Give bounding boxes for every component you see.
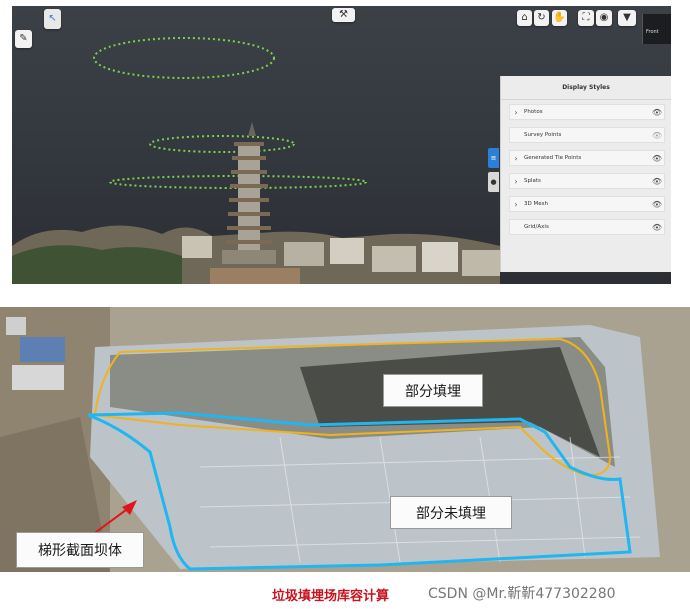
hill-vegetation <box>12 245 182 284</box>
filter-button[interactable]: ▼ <box>618 10 636 26</box>
3d-viewer[interactable]: ↖ ✎ ⚒ ⌂ ↻ ✋ ⛶ ◉ ▼ Front ≡ ● Display Styl… <box>12 6 671 284</box>
chevron-right-icon[interactable]: › <box>510 108 522 117</box>
display-style-splats[interactable]: › Splats 👁 <box>509 173 665 189</box>
watermark: CSDN @Mr.靳靳477302280 <box>428 586 616 602</box>
display-style-3d-mesh[interactable]: › 3D Mesh 👁 <box>509 196 665 212</box>
pagoda <box>222 122 276 264</box>
globe-icon: ● <box>490 178 497 186</box>
layers-icon: ≡ <box>490 154 497 162</box>
eye-off-icon[interactable]: 👁 <box>650 131 664 140</box>
landfill-aerial-map: 部分填埋 部分未填埋 梯形截面坝体 <box>0 307 690 572</box>
eye-icon: ◉ <box>599 12 609 23</box>
chevron-right-icon[interactable]: › <box>510 154 522 163</box>
label-unfilled: 部分未填埋 <box>390 496 512 529</box>
display-style-survey-points[interactable]: Survey Points 👁 <box>509 127 665 143</box>
visibility-button[interactable]: ◉ <box>596 10 612 26</box>
orbit-ring-top <box>93 37 275 79</box>
chevron-right-icon[interactable]: › <box>510 177 522 186</box>
pan-button[interactable]: ✋ <box>552 10 567 26</box>
pencil-icon: ✎ <box>19 33 28 44</box>
tools-icon: ⚒ <box>339 9 348 20</box>
rotate-button[interactable]: ↻ <box>534 10 549 26</box>
fit-view-icon: ⛶ <box>582 12 590 23</box>
rotate-icon: ↻ <box>537 12 546 23</box>
home-icon: ⌂ <box>521 12 528 23</box>
view-cube[interactable]: Front <box>642 14 671 44</box>
eye-icon[interactable]: 👁 <box>650 108 664 117</box>
label-filled: 部分填埋 <box>383 374 483 407</box>
figure-caption: 垃圾填埋场库容计算 <box>272 589 390 604</box>
eye-icon[interactable]: 👁 <box>650 223 664 232</box>
fit-view-button[interactable]: ⛶ <box>578 10 594 26</box>
display-style-photos[interactable]: › Photos 👁 <box>509 104 665 120</box>
hand-icon: ✋ <box>553 12 566 23</box>
cursor-select-icon: ↖ <box>48 13 57 24</box>
display-style-tie-points[interactable]: › Generated Tie Points 👁 <box>509 150 665 166</box>
edit-tool-button[interactable]: ✎ <box>15 30 32 48</box>
tools-menu-button[interactable]: ⚒ <box>332 8 355 22</box>
filter-icon: ▼ <box>623 12 631 23</box>
home-view-button[interactable]: ⌂ <box>517 10 532 26</box>
globe-tab[interactable]: ● <box>488 172 499 192</box>
layers-tab[interactable]: ≡ <box>488 148 499 168</box>
label-dam: 梯形截面坝体 <box>16 532 144 568</box>
eye-off-icon[interactable]: 👁 <box>650 154 664 163</box>
eye-icon[interactable]: 👁 <box>650 200 664 209</box>
view-label: Front <box>646 29 659 35</box>
eye-off-icon[interactable]: 👁 <box>650 177 664 186</box>
display-styles-panel: Display Styles › Photos 👁 Survey Points … <box>500 76 671 272</box>
display-styles-title: Display Styles <box>501 76 671 100</box>
display-style-grid-axis[interactable]: Grid/Axis 👁 <box>509 219 665 235</box>
select-tool-button[interactable]: ↖ <box>44 9 61 29</box>
orbit-ring-middle <box>149 135 295 153</box>
chevron-right-icon[interactable]: › <box>510 200 522 209</box>
